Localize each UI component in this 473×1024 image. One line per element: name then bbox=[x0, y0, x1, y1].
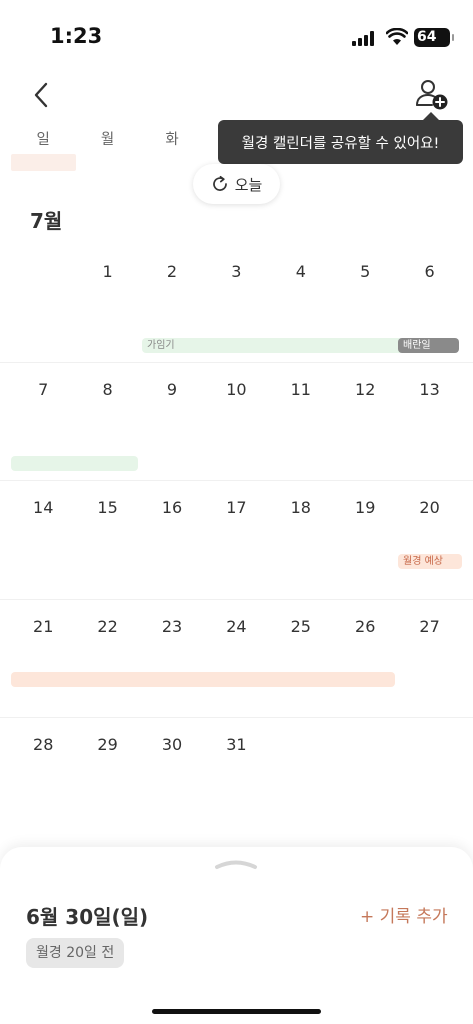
calendar-day[interactable]: 26 bbox=[333, 617, 397, 636]
calendar-day[interactable]: 16 bbox=[140, 498, 204, 517]
chevron-up-icon bbox=[215, 860, 257, 869]
calendar-day[interactable]: 4 bbox=[269, 262, 333, 281]
weekday-mon: 월 bbox=[100, 132, 115, 148]
calendar-day[interactable]: 1 bbox=[75, 262, 139, 281]
back-button[interactable] bbox=[26, 78, 56, 112]
calendar-day[interactable]: 12 bbox=[333, 380, 397, 399]
calendar-day[interactable]: 19 bbox=[333, 498, 397, 517]
week-divider bbox=[0, 480, 473, 481]
month-title: 7월 bbox=[30, 209, 63, 233]
calendar-day[interactable]: 15 bbox=[75, 498, 139, 517]
calendar-day[interactable]: 27 bbox=[397, 617, 461, 636]
today-button-label: 오늘 bbox=[234, 175, 263, 194]
calendar-day[interactable]: 6 bbox=[397, 262, 461, 281]
calendar-day[interactable]: 2 bbox=[140, 262, 204, 281]
bottom-sheet: 6월 30일(일) + 기록 추가 월경 20일 전 bbox=[0, 847, 473, 1024]
calendar-day[interactable]: 9 bbox=[140, 380, 204, 399]
cellular-signal-icon bbox=[352, 30, 378, 46]
calendar-day[interactable]: 8 bbox=[75, 380, 139, 399]
calendar-day[interactable]: 3 bbox=[204, 262, 268, 281]
today-button[interactable]: 오늘 bbox=[193, 164, 280, 204]
calendar-day[interactable]: 7 bbox=[11, 380, 75, 399]
fertile-window-label: 가임기 bbox=[147, 340, 175, 351]
home-indicator bbox=[152, 1009, 321, 1014]
calendar-day[interactable]: 20 bbox=[397, 498, 461, 517]
period-forecast-label: 월경 예상 bbox=[403, 556, 443, 567]
calendar-day[interactable]: 14 bbox=[11, 498, 75, 517]
fertile-window-bar[interactable] bbox=[11, 456, 138, 471]
wifi-icon bbox=[386, 28, 408, 45]
fertile-window-bar[interactable]: 가임기 bbox=[142, 338, 404, 353]
calendar-day[interactable]: 13 bbox=[397, 380, 461, 399]
calendar-week-5: 28 29 30 31 bbox=[0, 735, 473, 835]
weekday-tue: 화 bbox=[165, 132, 179, 148]
calendar-day[interactable]: 30 bbox=[140, 735, 204, 754]
week-divider bbox=[0, 717, 473, 718]
share-calendar-button[interactable] bbox=[414, 78, 450, 114]
previous-period-bar bbox=[11, 154, 76, 171]
calendar-day[interactable]: 31 bbox=[204, 735, 268, 754]
calendar-week-1: 1 2 3 4 5 6 가임기 배란일 bbox=[0, 262, 473, 362]
calendar-day[interactable]: 22 bbox=[75, 617, 139, 636]
calendar-day[interactable]: 5 bbox=[333, 262, 397, 281]
calendar-day[interactable]: 18 bbox=[269, 498, 333, 517]
chevron-left-icon bbox=[34, 82, 48, 108]
period-forecast-bar[interactable]: 월경 예상 bbox=[398, 554, 462, 569]
sheet-handle[interactable] bbox=[214, 855, 258, 874]
status-bar: 1:23 64 bbox=[0, 0, 473, 70]
week-divider bbox=[0, 362, 473, 363]
add-person-icon bbox=[416, 80, 448, 110]
calendar-day[interactable]: 17 bbox=[204, 498, 268, 517]
weekday-sun: 일 bbox=[36, 132, 50, 148]
cycle-status-badge: 월경 20일 전 bbox=[26, 938, 125, 968]
refresh-icon bbox=[212, 175, 227, 191]
share-tooltip: 월경 캘린더를 공유할 수 있어요! bbox=[218, 112, 463, 164]
tooltip-text: 월경 캘린더를 공유할 수 있어요! bbox=[241, 135, 440, 152]
ovulation-day-label: 배란일 bbox=[403, 340, 431, 351]
week-divider bbox=[0, 599, 473, 600]
status-time: 1:23 bbox=[50, 24, 103, 48]
calendar-day[interactable]: 24 bbox=[204, 617, 268, 636]
period-forecast-bar[interactable] bbox=[11, 672, 395, 687]
calendar-day[interactable]: 11 bbox=[269, 380, 333, 399]
add-record-button[interactable]: + 기록 추가 bbox=[360, 902, 448, 927]
calendar-day[interactable]: 29 bbox=[75, 735, 139, 754]
calendar-week-4: 21 22 23 24 25 26 27 bbox=[0, 617, 473, 717]
ovulation-day-bar[interactable]: 배란일 bbox=[398, 338, 459, 353]
calendar-day[interactable]: 28 bbox=[11, 735, 75, 754]
calendar-day[interactable]: 21 bbox=[11, 617, 75, 636]
selected-date: 6월 30일(일) bbox=[26, 905, 149, 929]
calendar-week-2: 7 8 9 10 11 12 13 bbox=[0, 380, 473, 480]
calendar-day[interactable]: 10 bbox=[204, 380, 268, 399]
calendar-day[interactable]: 25 bbox=[269, 617, 333, 636]
calendar-week-3: 14 15 16 17 18 19 20 월경 예상 bbox=[0, 498, 473, 598]
battery-icon: 64 bbox=[414, 28, 454, 47]
calendar-day[interactable]: 23 bbox=[140, 617, 204, 636]
